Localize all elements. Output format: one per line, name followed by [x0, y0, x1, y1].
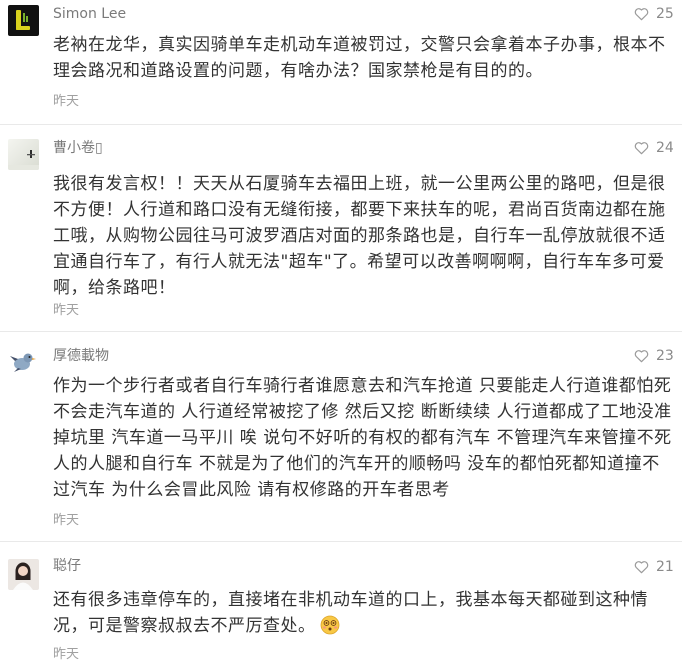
dizzy-face-icon — [320, 615, 339, 635]
like-count: 23 — [656, 348, 674, 364]
comment-item: 聪仔 21 还有很多违章停车的，直接堵在非机动车道的口上，我基本每天都碰到这种情… — [0, 558, 682, 662]
divider — [0, 331, 682, 332]
comment-time: 昨天 — [53, 303, 80, 318]
like-button[interactable]: 24 — [634, 139, 680, 157]
divider — [0, 124, 682, 125]
logo-avatar-icon — [8, 5, 39, 36]
comment-author: 曹小卷▯ — [53, 140, 103, 156]
comment-item: Simon Lee 25 老衲在龙华，真实因骑单车走机动车道被罚过，交警只会拿着… — [0, 5, 682, 109]
avatar — [8, 559, 39, 590]
like-count: 24 — [656, 140, 674, 156]
comment-item: 曹小卷▯ 24 我很有发言权！！天天从石厦骑车去福田上班，就一公里两公里的路吧，… — [0, 139, 682, 318]
comment-text: 作为一个步行者或者自行车骑行者谁愿意去和汽车抢道 只要能走人行道谁都怕死 不会走… — [53, 376, 672, 500]
comment-author: 聪仔 — [53, 558, 81, 574]
comment-text: 我很有发言权！！天天从石厦骑车去福田上班，就一公里两公里的路吧，但是很 不方便！… — [53, 174, 666, 298]
dizzy-face-emoji — [320, 615, 340, 635]
avatar — [8, 139, 39, 170]
comment-text: 老衲在龙华，真实因骑单车走机动车道被罚过，交警只会拿着本子办事，根本不 理会路况… — [53, 35, 666, 81]
photo-avatar-icon — [8, 139, 39, 170]
cartoon-bird-avatar-icon — [8, 346, 39, 377]
comment-author: 厚德載物 — [53, 348, 109, 364]
comment-time: 昨天 — [53, 94, 80, 109]
like-count: 21 — [656, 559, 674, 575]
divider — [0, 541, 682, 542]
comment-item: 厚德載物 23 作为一个步行者或者自行车骑行者谁愿意去和汽车抢道 只要能走人行道… — [0, 346, 682, 528]
comment-text: 还有很多违章停车的，直接堵在非机动车道的口上，我基本每天都碰到这种情 况，可是警… — [53, 590, 648, 636]
heart-outline-icon[interactable] — [634, 141, 649, 155]
comment-time: 昨天 — [53, 513, 80, 528]
avatar — [8, 346, 39, 377]
girl-photo-avatar-icon — [8, 559, 39, 590]
like-button[interactable]: 21 — [634, 558, 680, 576]
comment-time: 昨天 — [53, 647, 80, 662]
heart-outline-icon[interactable] — [634, 349, 649, 363]
avatar — [8, 5, 39, 36]
like-count: 25 — [656, 6, 674, 22]
like-button[interactable]: 25 — [634, 5, 680, 23]
heart-outline-icon[interactable] — [634, 560, 649, 574]
like-button[interactable]: 23 — [634, 347, 680, 365]
heart-outline-icon[interactable] — [634, 7, 649, 21]
comment-author: Simon Lee — [53, 6, 127, 22]
